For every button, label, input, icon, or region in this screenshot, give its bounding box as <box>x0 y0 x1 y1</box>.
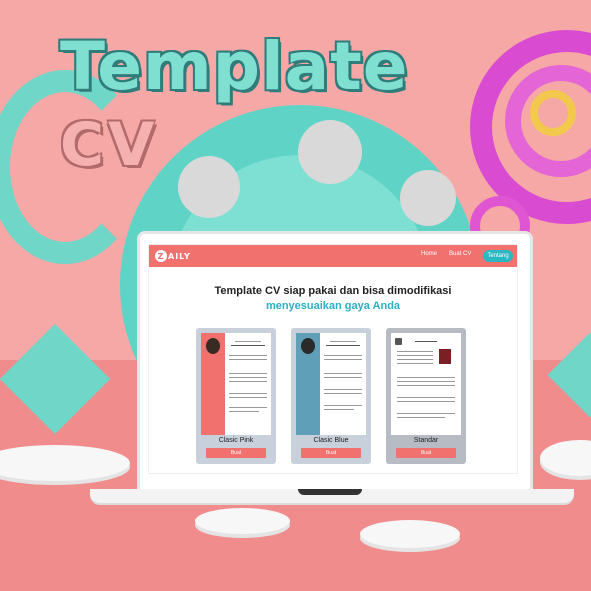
cv-text-line <box>397 381 455 382</box>
cv-preview-standard <box>391 333 461 435</box>
cv-text-line <box>324 377 362 378</box>
cv-text-line <box>324 409 354 410</box>
headline: Template CV siap pakai dan bisa dimodifi… <box>214 285 452 297</box>
create-button[interactable]: Buat <box>206 448 266 458</box>
navbar: Z AILY Home Buat CV Tentang <box>149 245 517 267</box>
yellow-swirl-core <box>530 90 576 136</box>
cv-text-line <box>397 385 455 386</box>
cv-text-line <box>235 341 261 342</box>
cv-text-line <box>229 397 267 398</box>
cv-photo <box>439 349 451 364</box>
cv-text-line <box>324 359 362 360</box>
promo-scene: Template CV Z AILY Home Buat CV Tentang … <box>0 0 591 591</box>
podium-front-right <box>360 520 460 548</box>
cv-text-line <box>397 397 455 398</box>
create-button[interactable]: Buat <box>301 448 361 458</box>
cv-preview-pink <box>201 333 271 435</box>
template-card-standar[interactable]: Standar Buat <box>386 328 466 464</box>
logo-icon: Z <box>155 250 167 262</box>
cv-text-line <box>324 393 362 394</box>
cv-text-line <box>326 345 360 346</box>
template-card-clasic-blue[interactable]: Clasic Blue Buat <box>291 328 371 464</box>
cv-text-line <box>330 341 356 342</box>
cv-text-line <box>229 359 267 360</box>
cv-text-line <box>229 355 267 356</box>
cv-text-line <box>324 389 362 390</box>
cv-logo-icon <box>395 338 402 345</box>
template-name: Standar <box>413 437 439 444</box>
cv-photo <box>206 338 220 354</box>
decor-dot <box>400 170 456 226</box>
web-app: Z AILY Home Buat CV Tentang Template CV … <box>148 244 518 474</box>
laptop-notch <box>298 489 362 495</box>
banner-title: Template <box>60 28 409 105</box>
cv-text-line <box>397 351 433 352</box>
template-name: Clasic Pink <box>218 437 254 444</box>
cv-text-line <box>324 405 362 406</box>
decor-dot <box>178 156 240 218</box>
cv-text-line <box>397 355 433 356</box>
create-button[interactable]: Buat <box>396 448 456 458</box>
brand-name: AILY <box>168 251 191 261</box>
banner-subtitle: CV <box>60 110 159 180</box>
cv-text-line <box>324 373 362 374</box>
cv-text-line <box>397 363 433 364</box>
cv-text-line <box>229 373 267 374</box>
template-name: Clasic Blue <box>313 437 349 444</box>
template-card-clasic-pink[interactable]: Clasic Pink Buat <box>196 328 276 464</box>
cv-text-line <box>229 381 267 382</box>
cv-text-line <box>229 407 267 408</box>
cv-text-line <box>397 413 455 414</box>
headline-highlight: menyesuaikan gaya Anda <box>265 300 401 312</box>
cv-text-line <box>229 411 259 412</box>
decor-dot <box>298 120 362 184</box>
cv-text-line <box>397 359 433 360</box>
cv-preview-blue <box>296 333 366 435</box>
brand-logo[interactable]: Z AILY <box>155 249 191 263</box>
nav-create-cv-link[interactable]: Buat CV <box>449 251 471 257</box>
cv-photo <box>301 338 315 354</box>
nav-about-button[interactable]: Tentang <box>483 250 513 262</box>
cv-text-line <box>324 355 362 356</box>
podium-front-left <box>195 508 290 534</box>
cv-text-line <box>229 377 267 378</box>
cv-text-line <box>397 417 445 418</box>
nav-home-link[interactable]: Home <box>421 251 437 257</box>
cv-text-line <box>231 345 265 346</box>
cv-text-line <box>397 401 455 402</box>
cv-text-line <box>229 393 267 394</box>
cv-text-line <box>415 341 437 342</box>
cv-text-line <box>397 377 455 378</box>
